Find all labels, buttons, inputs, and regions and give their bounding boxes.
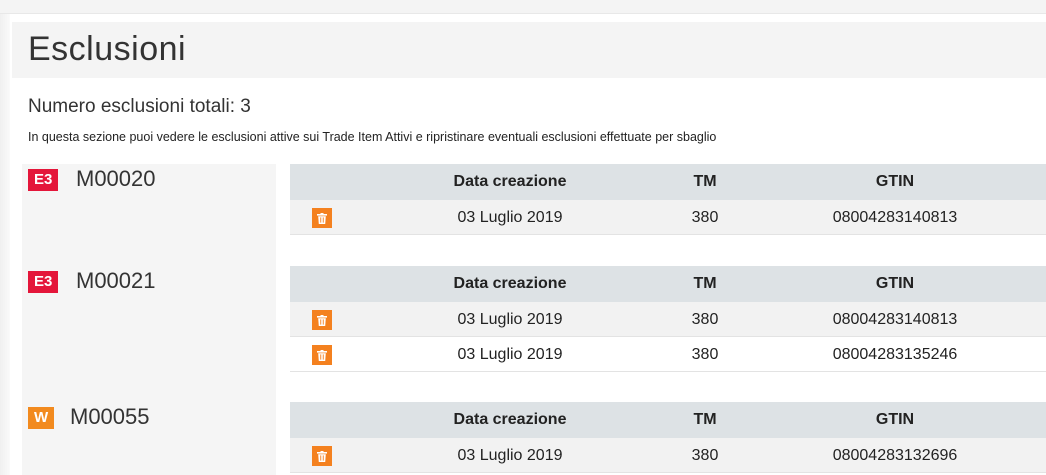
group-code: M00020 bbox=[76, 166, 156, 191]
section-description: In questa sezione puoi vedere le esclusi… bbox=[28, 130, 717, 144]
group-code: M00055 bbox=[70, 404, 150, 429]
exclusion-table: Data creazione TM GTIN 03 Luglio 2019 38… bbox=[290, 164, 1046, 235]
column-header-gtin: GTIN bbox=[875, 275, 915, 292]
cell-date: 03 Luglio 2019 bbox=[457, 447, 563, 464]
cell-gtin: 08004283140813 bbox=[832, 209, 958, 226]
exclusion-count: Numero esclusioni totali: 3 bbox=[28, 96, 251, 117]
status-badge: W bbox=[28, 407, 55, 429]
cell-gtin: 08004283135246 bbox=[832, 346, 958, 363]
column-header-tm: TM bbox=[693, 173, 717, 190]
table-row: 03 Luglio 2019 380 08004283140813 bbox=[290, 302, 1046, 337]
column-header-gtin: GTIN bbox=[875, 173, 915, 190]
cell-gtin: 08004283132696 bbox=[832, 447, 958, 464]
column-header-date: Data creazione bbox=[453, 275, 567, 292]
cell-date: 03 Luglio 2019 bbox=[457, 311, 563, 328]
top-strip bbox=[0, 0, 1046, 14]
column-header-date: Data creazione bbox=[453, 411, 567, 428]
trash-icon bbox=[317, 350, 327, 361]
cell-tm: 380 bbox=[691, 346, 719, 363]
column-header-gtin: GTIN bbox=[875, 411, 915, 428]
group-header-panel: E3 M00021 bbox=[22, 266, 276, 402]
status-badge: E3 bbox=[28, 271, 59, 293]
column-header-tm: TM bbox=[693, 411, 717, 428]
trash-icon bbox=[317, 213, 327, 224]
table-header: Data creazione TM GTIN bbox=[290, 402, 1046, 438]
delete-button[interactable] bbox=[312, 345, 332, 365]
column-header-date: Data creazione bbox=[453, 173, 567, 190]
cell-date: 03 Luglio 2019 bbox=[457, 346, 563, 363]
group-header-panel: W M00055 bbox=[22, 402, 276, 475]
delete-button[interactable] bbox=[312, 310, 332, 330]
exclusion-table: Data creazione TM GTIN 03 Luglio 2019 38… bbox=[290, 402, 1046, 473]
group-header-panel: E3 M00020 bbox=[22, 164, 276, 266]
table-header: Data creazione TM GTIN bbox=[290, 266, 1046, 302]
column-header-tm: TM bbox=[693, 275, 717, 292]
left-shadow bbox=[0, 14, 10, 475]
table-header: Data creazione TM GTIN bbox=[290, 164, 1046, 200]
cell-gtin: 08004283140813 bbox=[832, 311, 958, 328]
exclusion-table: Data creazione TM GTIN 03 Luglio 2019 38… bbox=[290, 266, 1046, 372]
status-badge: E3 bbox=[28, 169, 59, 191]
trash-icon bbox=[317, 315, 327, 326]
table-row: 03 Luglio 2019 380 08004283135246 bbox=[290, 337, 1046, 372]
cell-date: 03 Luglio 2019 bbox=[457, 209, 563, 226]
cell-tm: 380 bbox=[691, 311, 719, 328]
group-code: M00021 bbox=[76, 268, 156, 293]
delete-button[interactable] bbox=[312, 208, 332, 228]
cell-tm: 380 bbox=[691, 447, 719, 464]
delete-button[interactable] bbox=[312, 446, 332, 466]
table-row: 03 Luglio 2019 380 08004283132696 bbox=[290, 438, 1046, 473]
page-title: Esclusioni bbox=[28, 30, 187, 68]
trash-icon bbox=[317, 451, 327, 462]
table-row: 03 Luglio 2019 380 08004283140813 bbox=[290, 200, 1046, 235]
cell-tm: 380 bbox=[691, 209, 719, 226]
